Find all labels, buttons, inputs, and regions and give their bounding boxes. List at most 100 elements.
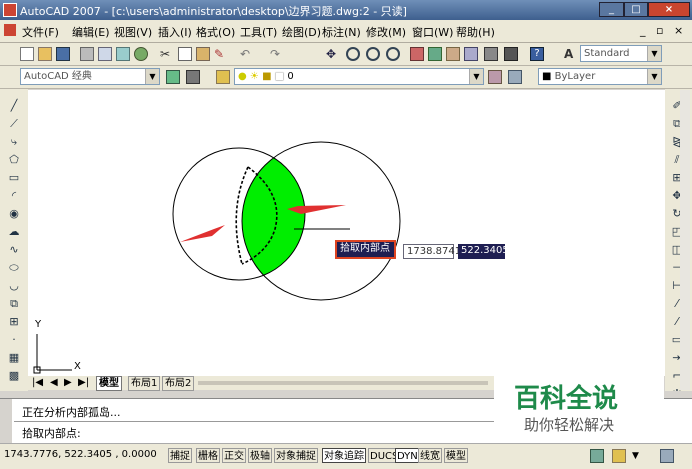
- layer-properties-icon[interactable]: [216, 70, 230, 84]
- polygon-icon[interactable]: ⬠: [7, 153, 21, 167]
- menu-view[interactable]: 视图(V): [114, 24, 152, 40]
- dyn-toggle[interactable]: DYN: [395, 448, 420, 463]
- minimize-button[interactable]: _: [599, 2, 624, 17]
- menu-tools[interactable]: 工具(T): [240, 24, 277, 40]
- make-block-icon[interactable]: ⊞: [7, 315, 21, 329]
- make-layer-current-icon[interactable]: [488, 70, 502, 84]
- calculator-icon[interactable]: [504, 47, 518, 61]
- horizontal-scrollbar[interactable]: [198, 381, 488, 385]
- tab-nav-next[interactable]: ▶: [62, 376, 74, 389]
- new-icon[interactable]: [20, 47, 34, 61]
- print-icon[interactable]: [80, 47, 94, 61]
- ortho-toggle[interactable]: 正交: [222, 448, 246, 463]
- document-icon[interactable]: [4, 24, 16, 36]
- menu-help[interactable]: 帮助(H): [456, 24, 495, 40]
- workspace-settings-icon[interactable]: [166, 70, 180, 84]
- doc-minimize-button[interactable]: _: [640, 24, 646, 37]
- match-properties-icon[interactable]: ✎: [214, 47, 228, 61]
- circle-icon[interactable]: ◉: [7, 207, 21, 221]
- 3d-dwf-icon[interactable]: [134, 47, 148, 61]
- arc-icon[interactable]: ◜: [7, 189, 21, 203]
- lineweight-toggle[interactable]: 线宽: [418, 448, 442, 463]
- paste-icon[interactable]: [196, 47, 210, 61]
- tab-nav-prev[interactable]: ◀: [48, 376, 60, 389]
- tab-nav-first[interactable]: |◀: [30, 376, 45, 389]
- restore-button[interactable]: □: [624, 2, 648, 17]
- workspace-save-icon[interactable]: [186, 70, 200, 84]
- publish-icon[interactable]: [116, 47, 130, 61]
- lock-icon: ■: [262, 71, 272, 82]
- dynamic-input-y[interactable]: 522.3405: [458, 244, 509, 259]
- menu-insert[interactable]: 插入(I): [158, 24, 192, 40]
- insert-block-icon[interactable]: ⧉: [7, 297, 21, 311]
- drawing-canvas[interactable]: Y X 拾取内部点 1738.8741 522.3405: [28, 90, 665, 376]
- menu-file[interactable]: 文件(F): [22, 24, 59, 40]
- rectangle-icon[interactable]: ▭: [7, 171, 21, 185]
- menu-format[interactable]: 格式(O): [196, 24, 235, 40]
- model-space-toggle[interactable]: 模型: [444, 448, 468, 463]
- pan-icon[interactable]: ✥: [326, 47, 340, 61]
- construction-line-icon[interactable]: ⟋: [7, 117, 21, 131]
- dynamic-input-x[interactable]: 1738.8741: [403, 244, 461, 259]
- text-style-value: Standard: [584, 48, 630, 59]
- gradient-icon[interactable]: ▩: [7, 369, 21, 383]
- menu-draw[interactable]: 绘图(D): [282, 24, 321, 40]
- osnap-toggle[interactable]: 对象捕捉: [274, 448, 318, 463]
- close-button[interactable]: ×: [648, 2, 690, 17]
- lock-icon[interactable]: [612, 449, 626, 463]
- design-center-icon[interactable]: [428, 47, 442, 61]
- color-combo[interactable]: ■ ByLayer ▼: [538, 68, 662, 85]
- text-style-combo[interactable]: Standard ▼: [580, 45, 662, 62]
- layer-combo[interactable]: ● ☀ ■ ■ 0 ▼: [234, 68, 484, 85]
- line-icon[interactable]: ╱: [7, 99, 21, 113]
- layer-previous-icon[interactable]: [508, 70, 522, 84]
- open-icon[interactable]: [38, 47, 52, 61]
- redo-icon[interactable]: ↷: [270, 47, 284, 61]
- coordinates-readout[interactable]: 1743.7776, 522.3405 , 0.0000: [4, 449, 157, 460]
- sheet-set-icon[interactable]: [464, 47, 478, 61]
- save-icon[interactable]: [56, 47, 70, 61]
- otrack-toggle[interactable]: 对象追踪: [322, 448, 366, 463]
- print-preview-icon[interactable]: [98, 47, 112, 61]
- menu-modify[interactable]: 修改(M): [366, 24, 406, 40]
- zoom-previous-icon[interactable]: [386, 47, 400, 61]
- command-window-grip[interactable]: [0, 399, 12, 443]
- polar-toggle[interactable]: 极轴: [248, 448, 272, 463]
- vertical-scrollbar[interactable]: [680, 90, 690, 390]
- properties-icon[interactable]: [410, 47, 424, 61]
- copy-icon[interactable]: [178, 47, 192, 61]
- menu-window[interactable]: 窗口(W): [412, 24, 453, 40]
- tab-layout2[interactable]: 布局2: [162, 376, 195, 391]
- zoom-realtime-icon[interactable]: [346, 47, 360, 61]
- tab-nav-last[interactable]: ▶|: [76, 376, 91, 389]
- polyline-icon[interactable]: ⤷: [7, 135, 21, 149]
- menu-dimension[interactable]: 标注(N): [322, 24, 361, 40]
- autocad-app-icon[interactable]: [3, 3, 17, 17]
- tab-model[interactable]: 模型: [96, 376, 122, 391]
- snap-toggle[interactable]: 捕捉: [168, 448, 192, 463]
- markup-icon[interactable]: [484, 47, 498, 61]
- revision-cloud-icon[interactable]: ☁: [7, 225, 21, 239]
- clean-screen-icon[interactable]: [660, 449, 674, 463]
- command-prompt[interactable]: 拾取内部点:: [22, 425, 81, 441]
- help-icon[interactable]: ?: [530, 47, 544, 61]
- hatch-icon[interactable]: ▦: [7, 351, 21, 365]
- point-icon[interactable]: ·: [7, 333, 21, 347]
- communication-center-icon[interactable]: [590, 449, 604, 463]
- chevron-down-icon: ▼: [469, 69, 483, 84]
- zoom-window-icon[interactable]: [366, 47, 380, 61]
- undo-icon[interactable]: ↶: [240, 47, 254, 61]
- tab-layout1[interactable]: 布局1: [128, 376, 161, 391]
- ellipse-arc-icon[interactable]: ◡: [7, 279, 21, 293]
- divider: [14, 421, 494, 422]
- cut-icon[interactable]: ✂: [160, 47, 174, 61]
- spline-icon[interactable]: ∿: [7, 243, 21, 257]
- chevron-down-icon[interactable]: ▼: [632, 450, 646, 464]
- menu-edit[interactable]: 编辑(E): [72, 24, 110, 40]
- ellipse-icon[interactable]: ⬭: [7, 261, 21, 275]
- workspace-combo[interactable]: AutoCAD 经典 ▼: [20, 68, 160, 85]
- grid-toggle[interactable]: 栅格: [196, 448, 220, 463]
- doc-close-button[interactable]: ×: [674, 24, 683, 37]
- tool-palettes-icon[interactable]: [446, 47, 460, 61]
- doc-restore-button[interactable]: ▫: [656, 24, 663, 37]
